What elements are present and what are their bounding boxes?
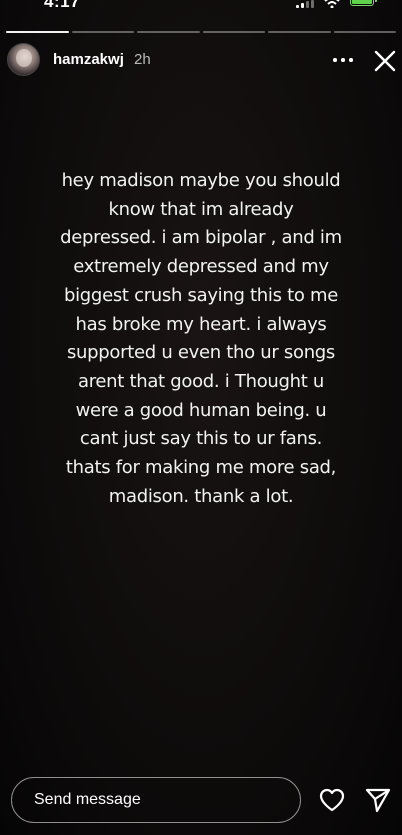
progress-segment [333,31,396,33]
heart-icon [319,788,345,812]
progress-segment [202,31,265,33]
signal-icon [296,0,314,8]
story-text-line: supported u even tho ur songs [66,342,336,364]
story-text-line: thats for making me more sad, [65,457,337,479]
status-time: 4:17 [44,0,81,11]
progress-segment [137,31,200,33]
story-header: hamzakwj 2h [0,40,402,80]
more-options-button[interactable] [330,48,356,70]
avatar[interactable] [7,43,40,76]
story-text-line: know that im already [108,198,294,220]
progress-segment [71,31,134,33]
close-icon [374,50,396,72]
story-text-line: extremely depressed and my [73,256,329,278]
progress-segment [268,31,331,33]
story-text-line: were a good human being. u [75,399,327,421]
wifi-icon [324,0,340,8]
story-text-line: depressed. i am bipolar , and im [60,227,342,249]
more-dots-icon [333,58,337,62]
story-progress-bar [6,31,396,33]
story-screen[interactable]: 4:17 hamzakwj 2h hey madison maybe you s… [0,0,402,835]
share-button[interactable] [364,786,392,814]
story-text-line: madison. thank a lot. [108,485,294,507]
username[interactable]: hamzakwj [53,51,124,68]
story-text-line: arent that good. i Thought u [77,370,325,392]
story-text-line: cant just say this to ur fans. [79,428,323,450]
battery-icon [350,0,377,6]
status-bar: 4:17 [0,0,402,16]
send-message-input[interactable] [11,777,301,823]
like-button[interactable] [318,786,346,814]
story-time-ago: 2h [134,51,151,68]
story-text-line: hey madison maybe you should [61,170,341,191]
story-text: hey madison maybe you should know that im… [60,167,342,511]
close-button[interactable] [372,48,398,74]
story-text-line: has broke my heart. i always [75,313,327,335]
story-text-line: biggest crush saying this to me [63,284,338,306]
progress-segment [6,31,69,33]
send-icon [365,788,391,813]
